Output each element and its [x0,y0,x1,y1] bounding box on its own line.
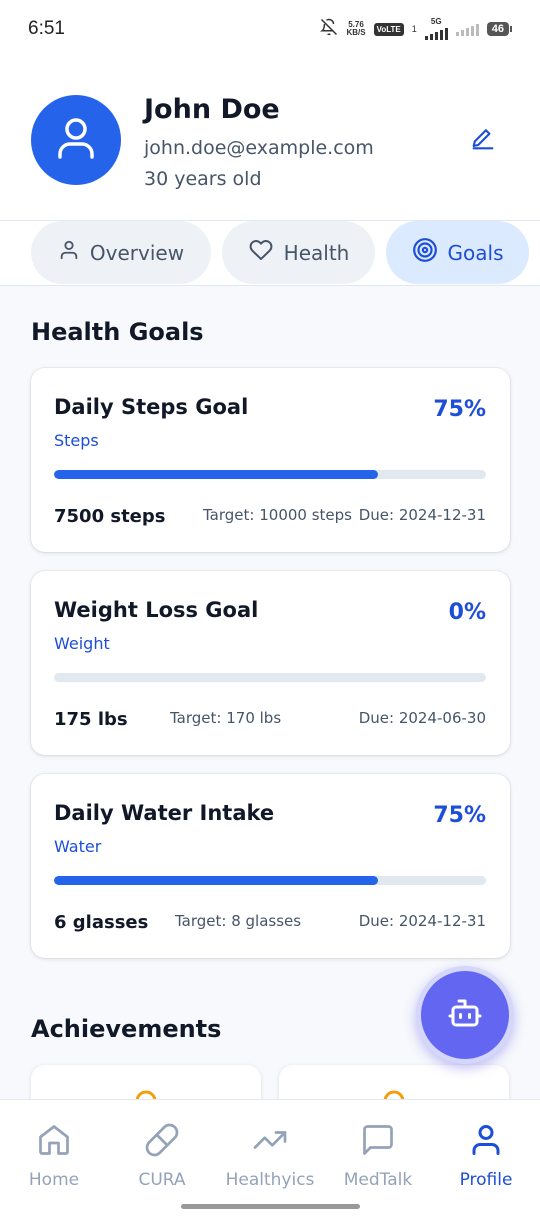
status-time: 6:51 [28,18,65,39]
battery-icon: 46 [486,22,512,36]
health-goals-title: Health Goals [31,318,204,346]
goal-title: Daily Water Intake [54,801,275,825]
goal-percent: 75% [433,803,486,828]
profile-age: 30 years old [144,168,262,190]
profile-tabs: Overview Health Goals [0,221,540,286]
chatbot-fab-button[interactable] [416,966,514,1064]
tab-goals[interactable]: Goals [386,221,529,284]
user-icon [58,238,80,267]
tab-label: Health [283,240,350,265]
signal-5g: 5G [424,18,448,40]
sim-index: 1 [411,24,417,34]
goal-current: 6 glasses [54,912,149,933]
bot-icon [447,995,483,1035]
goal-current: 175 lbs [54,709,128,730]
avatar [31,95,121,185]
goal-card[interactable]: Daily Steps Goal Steps 75% 7500 steps Ta… [31,368,510,552]
nav-cura[interactable]: CURA [108,1122,216,1190]
goal-percent: 75% [433,397,486,422]
goal-card[interactable]: Weight Loss Goal Weight 0% 175 lbs Targe… [31,571,510,755]
heart-icon [248,238,274,267]
edit-profile-button[interactable] [466,124,500,158]
goal-progress-bar [54,470,486,479]
nav-label: Home [28,1170,80,1190]
nav-label: Healthyics [225,1170,315,1190]
goal-due: Due: 2024-12-31 [358,912,486,930]
tab-overview[interactable]: Overview [31,221,211,284]
goal-due: Due: 2024-06-30 [358,709,486,727]
tab-label: Goals [447,240,504,265]
goal-progress-bar [54,876,486,885]
goal-category: Water [54,837,102,856]
signal-icon [424,26,448,40]
bottom-navigation: Home CURA Healthyics MedTalk Profile [0,1099,540,1218]
goal-progress-fill [54,470,378,479]
tab-health[interactable]: Health [222,221,375,284]
nav-profile[interactable]: Profile [432,1122,540,1190]
nav-healthyics[interactable]: Healthyics [216,1122,324,1190]
nav-medtalk[interactable]: MedTalk [324,1122,432,1190]
goal-current: 7500 steps [54,506,166,527]
nav-label: CURA [138,1170,186,1190]
status-icons: 5.76 KB/S VoLTE 1 5G 46 [320,18,512,41]
profile-name: John Doe [144,94,280,125]
goal-title: Weight Loss Goal [54,598,259,622]
nav-label: Profile [459,1170,513,1190]
goal-progress-fill [54,876,378,885]
profile-email: john.doe@example.com [144,137,374,159]
home-icon [36,1122,72,1162]
net-speed: 5.76 KB/S [346,20,366,37]
pill-icon [144,1122,180,1162]
goal-progress-bar [54,673,486,682]
trending-up-icon [252,1122,288,1162]
goal-target: Target: 8 glasses [175,912,302,930]
goal-target: Target: 10000 steps [203,506,352,524]
pencil-icon [469,125,497,157]
goal-card[interactable]: Daily Water Intake Water 75% 6 glasses T… [31,774,510,958]
goal-category: Steps [54,431,99,450]
nav-label: MedTalk [343,1170,413,1190]
mute-icon [320,18,338,41]
signal-icon [455,22,479,36]
goal-category: Weight [54,634,110,653]
goal-percent: 0% [448,600,486,625]
user-icon [56,116,96,164]
goal-due: Due: 2024-12-31 [358,506,486,524]
user-icon [468,1122,504,1162]
nav-home[interactable]: Home [0,1122,108,1190]
achievements-title: Achievements [31,1015,222,1043]
target-icon [412,237,438,268]
tab-label: Overview [89,240,185,265]
goal-title: Daily Steps Goal [54,395,249,419]
profile-header: John Doe john.doe@example.com 30 years o… [0,58,540,221]
status-bar: 6:51 5.76 KB/S VoLTE 1 5G 46 [0,0,540,58]
volte-badge: VoLTE [373,22,404,36]
home-indicator[interactable] [181,1204,360,1209]
chat-icon [360,1122,396,1162]
goal-target: Target: 170 lbs [170,709,282,727]
